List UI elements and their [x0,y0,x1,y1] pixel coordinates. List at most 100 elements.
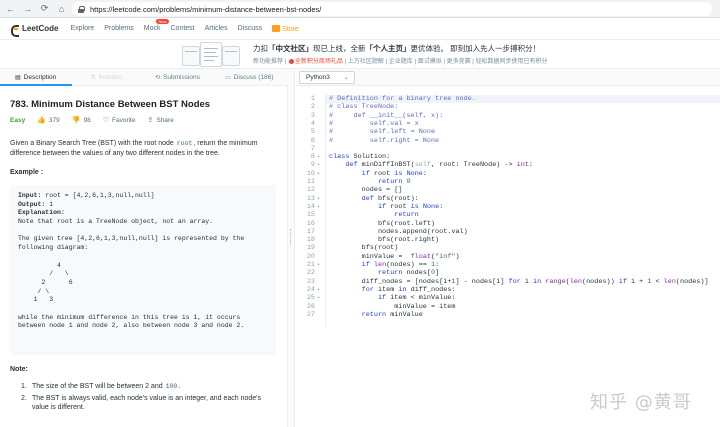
fold-arrow-icon[interactable]: ▾ [317,286,320,294]
nav-discuss[interactable]: Discuss [238,25,263,32]
note-item: 2. The BST is always valid, each node's … [10,394,278,413]
problem-tabs: ▤ Description ⚗ Solution ⟲ Submissions ▭ Dis… [0,69,288,86]
note-heading: Note: [10,366,28,373]
code-line[interactable]: 3 # def __init__(self, x): [296,112,720,120]
fold-arrow-icon[interactable]: ▾ [317,161,320,169]
promo-banner[interactable]: 力扣「中文社区」现已上线，全新「个人主页」更优体验。 即刻加入先人一步搏积分！ … [0,40,720,69]
fold-arrow-icon[interactable]: ▾ [317,153,320,161]
nav-mock[interactable]: Mock New [143,19,169,32]
example-line: / \ [18,270,268,279]
like-button[interactable]: 👍 379 [37,116,60,125]
code-text: # self.right = None [329,136,440,145]
forward-arrow-icon[interactable]: → [21,2,34,15]
code-line[interactable]: 18 bfs(root.right) [296,236,720,244]
panel-splitter[interactable] [288,69,295,427]
line-number: 1 [310,95,315,103]
nav-problems[interactable]: Problems [104,25,134,32]
tab-discuss[interactable]: ▭ Discuss (186) [225,74,273,81]
code-line[interactable]: 5 # self.left = None [296,128,720,136]
language-value: Python3 [306,74,330,81]
reload-icon[interactable]: ⟳ [38,2,51,15]
fold-arrow-icon[interactable]: ▾ [317,195,320,203]
code-line[interactable]: 10 ▾ if root is None: [296,170,720,178]
leetcode-logo[interactable]: LeetCode [10,24,58,37]
code-text: return [394,211,419,220]
banner-sub-item: 更多竞赛 [446,59,471,65]
browser-toolbar: ← → ⟳ ⌂ https://leetcode.com/problems/mi… [0,0,720,18]
code-line[interactable]: 1 # Definition for a binary tree node. [296,95,720,104]
code-line[interactable]: 26 minValue = item [296,303,720,311]
example-line: 1 3 [18,296,268,305]
dislike-button[interactable]: 👎 98 [71,116,91,125]
code-line[interactable]: 11 return 0 [296,178,720,186]
code-line[interactable]: 22 return nodes[0] [296,269,720,277]
editor-panel: Python3 ⌄ 1 # Definition for a binary tre… [296,69,720,427]
code-line[interactable]: 16 bfs(root.left) [296,220,720,228]
code-line[interactable]: 8 ▾ class Solution: [296,153,720,161]
example-value: Note that root is a TreeNode object, not… [18,218,214,226]
note-text: . [178,383,181,390]
code-line[interactable]: 9 ▾ def minDiffInBST(self, root: TreeNode… [296,161,720,169]
code-line[interactable]: 4 # self.val = x [296,120,720,128]
home-icon[interactable]: ⌂ [55,2,68,15]
tab-solution[interactable]: ⚗ Solution [90,74,122,81]
nav-mock-label: Mock [143,25,161,32]
fold-arrow-icon[interactable]: ▾ [317,170,320,178]
code-line[interactable]: 23 diff_nodes = [nodes[i+1] - nodes[i] f… [296,278,720,286]
code-line[interactable]: 7 [296,145,720,153]
code-line[interactable]: 27 return minValue [296,311,720,319]
nav-explore[interactable]: Explore [70,25,94,32]
code-text: def bfs(root): [361,194,419,203]
code-line[interactable]: 17 nodes.append(root.val) [296,228,720,236]
share-button[interactable]: ⇪ Share [147,116,173,125]
tab-description[interactable]: ▤ Description [15,74,56,81]
line-number: 4 [310,119,315,128]
drag-handle-icon[interactable] [290,229,292,245]
line-number: 25 [306,294,315,303]
favorite-button[interactable]: ♡ Favorite [103,116,136,125]
note-text: The BST is always valid, each node's val… [32,394,262,412]
code-line[interactable]: 15 return [296,211,720,219]
code-text: minValue = float("inf") [329,252,460,261]
example-heading: Example : [10,169,44,176]
code-line[interactable]: 24 ▾ for item in diff_nodes: [296,286,720,294]
line-number: 23 [306,277,315,286]
code-text: return minValue [361,310,423,319]
editor-toolbar: Python3 ⌄ [296,69,720,86]
thumbs-down-icon: 👎 [71,117,81,124]
code-text: if root is None: [377,202,444,211]
problem-title: 783. Minimum Distance Between BST Nodes [10,99,211,110]
address-bar[interactable]: https://leetcode.com/problems/minimum-di… [72,2,712,16]
banner-sub-item: 新功能推荐 [253,59,284,65]
nav-articles[interactable]: Articles [205,25,228,32]
code-line[interactable]: 20 minValue = float("inf") [296,253,720,261]
line-number: 12 [306,186,315,195]
gift-icon [288,59,294,64]
code-line[interactable]: 14 ▾ if root is None: [296,203,720,211]
fold-arrow-icon[interactable]: ▾ [317,203,320,211]
note-number: 1. [21,383,27,390]
code-line[interactable]: 25 ▾ if item < minValue: [296,294,720,302]
back-arrow-icon[interactable]: ← [4,2,17,15]
example-value: following diagram: [18,244,89,252]
code-line[interactable]: 21 ▾ if len(nodes) == 1: [296,261,720,269]
line-number: 11 [306,178,315,186]
tab-label: Description [23,74,57,81]
store-icon [272,24,281,32]
code-editor[interactable]: 1 # Definition for a binary tree node. 2 # … [296,95,720,425]
code-line[interactable]: 6 # self.right = None [296,137,720,145]
nav-store[interactable]: Store [272,24,299,33]
fold-arrow-icon[interactable]: ▾ [317,294,320,302]
fold-arrow-icon[interactable]: ▾ [317,261,320,269]
nav-contest[interactable]: Contest [171,25,195,32]
code-line[interactable]: 12 nodes = [] [296,186,720,194]
line-number: 5 [310,128,315,137]
code-text: minValue = item [329,302,456,311]
code-line[interactable]: 13 ▾ def bfs(root): [296,195,720,203]
example-key: Explanation: [18,209,65,217]
code-line[interactable]: 2 # class TreeNode: [296,103,720,111]
example-value: / \ [18,270,69,278]
tab-submissions[interactable]: ⟲ Submissions [155,74,200,81]
language-select[interactable]: Python3 ⌄ [299,71,355,84]
code-line[interactable]: 19 bfs(root) [296,244,720,252]
